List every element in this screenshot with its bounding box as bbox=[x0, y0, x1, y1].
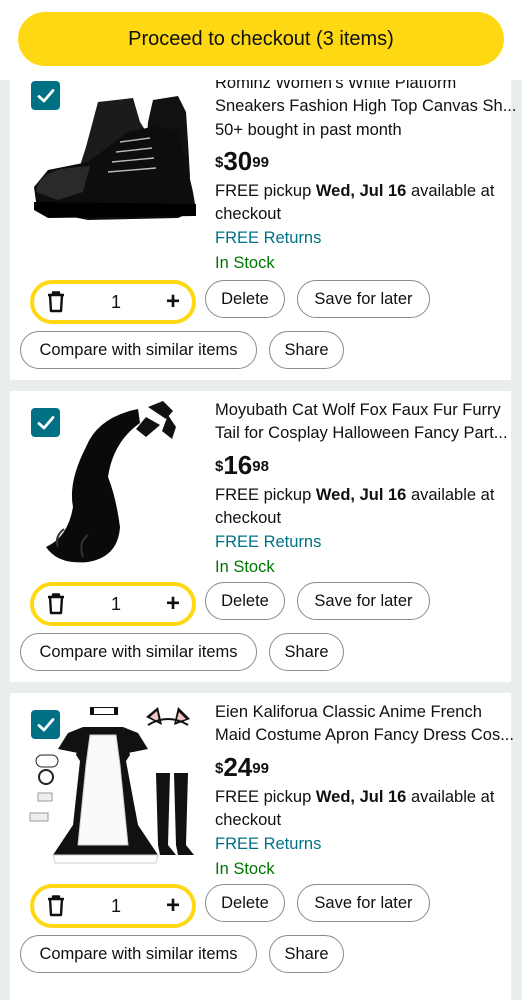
bought-count: 50+ bought in past month bbox=[215, 121, 402, 139]
product-title[interactable]: Moyubath Cat Wolf Fox Faux Fur Furry Tai… bbox=[215, 399, 517, 444]
cart-item: Eien Kaliforua Classic Anime French Maid… bbox=[10, 693, 514, 1000]
compare-similar-button[interactable]: Compare with similar items bbox=[20, 331, 257, 369]
item-info: Rominz Women's White Platform Sneakers F… bbox=[215, 72, 517, 273]
free-returns-link[interactable]: FREE Returns bbox=[215, 533, 517, 552]
quantity-value: 1 bbox=[110, 291, 121, 312]
cart-item: Rominz Women's White Platform Sneakers F… bbox=[10, 64, 516, 380]
item-price: $2499 bbox=[215, 752, 269, 782]
save-for-later-button[interactable]: Save for later bbox=[297, 280, 430, 318]
stock-status: In Stock bbox=[215, 860, 275, 878]
share-button[interactable]: Share bbox=[269, 331, 344, 369]
trash-icon[interactable] bbox=[46, 895, 66, 917]
quantity-stepper: 1 + bbox=[30, 280, 196, 324]
plus-icon[interactable]: + bbox=[166, 290, 180, 314]
item-info: Eien Kaliforua Classic Anime French Maid… bbox=[215, 701, 517, 879]
pickup-info: FREE pickup Wed, Jul 16 available at che… bbox=[215, 182, 495, 223]
delete-button[interactable]: Delete bbox=[205, 280, 285, 318]
quantity-value: 1 bbox=[110, 895, 121, 916]
quantity-stepper: 1 + bbox=[30, 884, 196, 928]
trash-icon[interactable] bbox=[46, 291, 66, 313]
trash-icon[interactable] bbox=[46, 593, 66, 615]
save-for-later-button[interactable]: Save for later bbox=[297, 582, 430, 620]
product-image-sneakers bbox=[34, 96, 196, 220]
proceed-to-checkout-button[interactable]: Proceed to checkout (3 items) bbox=[18, 12, 504, 66]
plus-icon[interactable]: + bbox=[166, 592, 180, 616]
plus-icon[interactable]: + bbox=[166, 894, 180, 918]
pickup-info: FREE pickup Wed, Jul 16 available at che… bbox=[215, 788, 495, 829]
item-price: $1698 bbox=[215, 450, 269, 480]
product-title[interactable]: Eien Kaliforua Classic Anime French Maid… bbox=[215, 701, 517, 746]
stock-status: In Stock bbox=[215, 254, 275, 272]
free-returns-link[interactable]: FREE Returns bbox=[215, 835, 517, 854]
item-price: $3099 bbox=[215, 146, 269, 176]
product-image-maid-costume bbox=[29, 707, 194, 864]
free-returns-link[interactable]: FREE Returns bbox=[215, 229, 517, 248]
quantity-stepper: 1 + bbox=[30, 582, 196, 626]
compare-similar-button[interactable]: Compare with similar items bbox=[20, 935, 257, 973]
product-image-tail bbox=[46, 401, 176, 563]
pickup-info: FREE pickup Wed, Jul 16 available at che… bbox=[215, 486, 495, 527]
item-info: Moyubath Cat Wolf Fox Faux Fur Furry Tai… bbox=[215, 399, 517, 577]
cart-item: Moyubath Cat Wolf Fox Faux Fur Furry Tai… bbox=[10, 391, 511, 682]
delete-button[interactable]: Delete bbox=[205, 884, 285, 922]
delete-button[interactable]: Delete bbox=[205, 582, 285, 620]
quantity-value: 1 bbox=[110, 593, 121, 614]
share-button[interactable]: Share bbox=[269, 935, 344, 973]
compare-similar-button[interactable]: Compare with similar items bbox=[20, 633, 257, 671]
share-button[interactable]: Share bbox=[269, 633, 344, 671]
save-for-later-button[interactable]: Save for later bbox=[297, 884, 430, 922]
checkout-bar: Proceed to checkout (3 items) bbox=[0, 0, 522, 80]
stock-status: In Stock bbox=[215, 558, 275, 576]
